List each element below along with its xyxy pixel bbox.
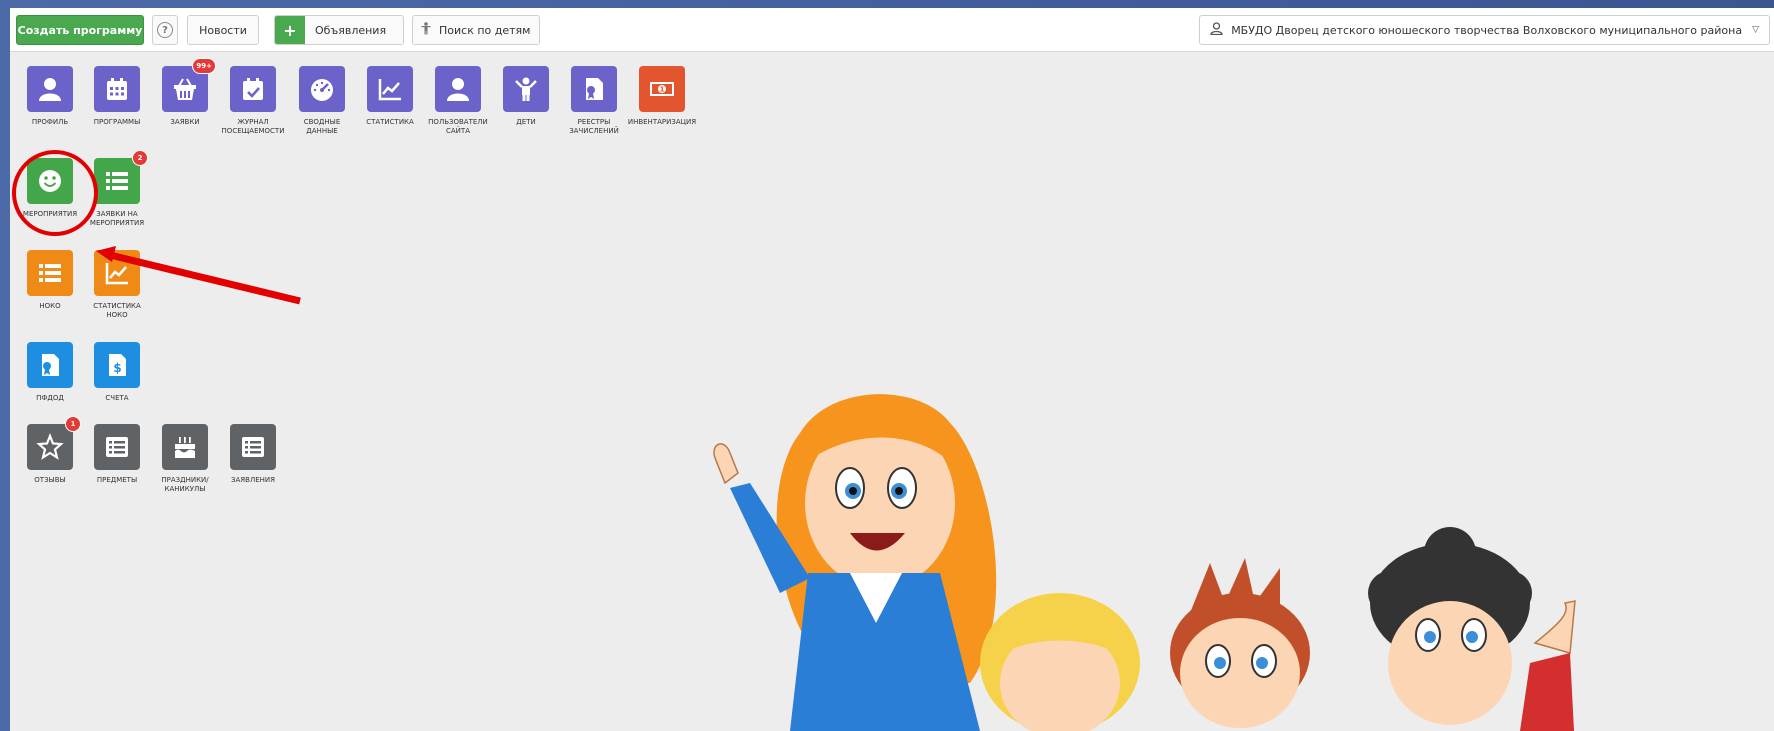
tile-stats[interactable]: СТАТИСТИКА <box>355 66 425 127</box>
child-icon <box>503 66 549 112</box>
certificate-icon <box>27 342 73 388</box>
organization-selector[interactable]: МБУДО Дворец детского юношеского творчес… <box>1199 15 1770 45</box>
tile-label: МЕРОПРИЯТИЯ <box>22 210 78 218</box>
user-icon <box>27 66 73 112</box>
tile-summary[interactable]: СВОДНЫЕ ДАННЫЕ <box>287 66 357 136</box>
tile-children[interactable]: ДЕТИ <box>491 66 561 127</box>
tile-statements[interactable]: ЗАЯВЛЕНИЯ <box>218 424 288 485</box>
basket-icon: 99+ <box>162 58 216 112</box>
teacher-figure <box>713 394 997 731</box>
tile-label: ПРОФИЛЬ <box>31 118 69 126</box>
tile-label: ПРОГРАММЫ <box>93 118 141 126</box>
tile-label: ЗАЯВКИ <box>170 118 200 126</box>
event-requests-badge: 2 <box>132 150 148 166</box>
curly-boy-figure <box>1368 527 1576 731</box>
help-icon: ? <box>157 22 173 38</box>
organization-name: МБУДО Дворец детского юношеского творчес… <box>1231 23 1743 37</box>
tile-registries[interactable]: РЕЕСТРЫ ЗАЧИСЛЕНИЙ <box>559 66 629 136</box>
child-search-icon <box>421 22 431 38</box>
tile-label: ПОЛЬЗОВАТЕЛИ САЙТА <box>428 118 488 135</box>
tile-subjects[interactable]: ПРЕДМЕТЫ <box>82 424 152 485</box>
tile-label: ЖУРНАЛ ПОСЕЩАЕМОСТИ <box>221 118 285 135</box>
gauge-icon <box>299 66 345 112</box>
requests-badge: 99+ <box>192 58 216 74</box>
star-icon: 1 <box>27 416 81 470</box>
tile-label: СВОДНЫЕ ДАННЫЕ <box>303 118 341 135</box>
tile-label: СТАТИСТИКА <box>366 118 414 126</box>
tile-pfdod[interactable]: ПФДОД <box>15 342 85 403</box>
tile-requests[interactable]: 99+ ЗАЯВКИ <box>150 58 220 127</box>
svg-text:1: 1 <box>660 86 665 94</box>
reviews-badge: 1 <box>65 416 81 432</box>
tile-label: ЗАЯВКИ НА МЕРОПРИЯТИЯ <box>89 210 145 227</box>
calendar-icon <box>94 66 140 112</box>
svg-text:$: $ <box>113 361 121 375</box>
user-icon <box>1210 21 1223 39</box>
calendar-check-icon <box>230 66 276 112</box>
help-button[interactable]: ? <box>152 15 178 45</box>
tile-site-users[interactable]: ПОЛЬЗОВАТЕЛИ САЙТА <box>423 66 493 136</box>
announcements-label: Объявления <box>315 23 387 37</box>
tile-attendance[interactable]: ЖУРНАЛ ПОСЕЩАЕМОСТИ <box>218 66 288 136</box>
tile-label: ДЕТИ <box>516 118 536 126</box>
user-icon <box>435 66 481 112</box>
list-box-icon <box>230 424 276 470</box>
search-children-label: Поиск по детям <box>439 23 531 37</box>
tile-label: НОКО <box>39 302 61 310</box>
tile-events[interactable]: МЕРОПРИЯТИЯ <box>15 158 85 219</box>
certificate-icon <box>571 66 617 112</box>
line-chart-icon <box>94 250 140 296</box>
children-illustration <box>713 394 1576 731</box>
app-screen: Создать программу ? Новости + Объявления… <box>10 8 1774 731</box>
news-button[interactable]: Новости <box>187 15 259 45</box>
tile-label: СТАТИСТИКА НОКО <box>93 302 141 319</box>
money-icon: 1 <box>639 66 685 112</box>
invoice-icon: $ <box>94 342 140 388</box>
tile-programs[interactable]: ПРОГРАММЫ <box>82 66 152 127</box>
tile-label: РЕЕСТРЫ ЗАЧИСЛЕНИЙ <box>569 118 619 135</box>
girl-figure <box>980 593 1140 731</box>
tile-accounts[interactable]: $ СЧЕТА <box>82 342 152 403</box>
list-icon: 2 <box>94 150 148 204</box>
tile-label: ПФДОД <box>36 394 64 402</box>
tile-label: ПРАЗДНИКИ/ КАНИКУЛЫ <box>161 476 209 493</box>
presentation-frame: Создать программу ? Новости + Объявления… <box>0 0 1774 731</box>
chevron-down-icon: ▽ <box>1752 25 1759 35</box>
announcements-button[interactable]: + Объявления <box>274 15 404 45</box>
tile-label: ЗАЯВЛЕНИЯ <box>231 476 275 484</box>
list-box-icon <box>94 424 140 470</box>
tile-noko[interactable]: НОКО <box>15 250 85 311</box>
tile-reviews[interactable]: 1 ОТЗЫВЫ <box>15 416 85 485</box>
tile-label: СЧЕТА <box>105 394 129 402</box>
smile-icon <box>27 158 73 204</box>
tile-inventory[interactable]: 1 ИНВЕНТАРИЗАЦИЯ <box>627 66 697 127</box>
boy-figure <box>1170 558 1310 728</box>
tile-noko-stats[interactable]: СТАТИСТИКА НОКО <box>82 250 152 320</box>
tile-label: ИНВЕНТАРИЗАЦИЯ <box>627 118 697 126</box>
tile-label: ПРЕДМЕТЫ <box>96 476 138 484</box>
tile-holidays[interactable]: ПРАЗДНИКИ/ КАНИКУЛЫ <box>150 424 220 494</box>
top-bar: Создать программу ? Новости + Объявления… <box>10 8 1774 52</box>
tile-profile[interactable]: ПРОФИЛЬ <box>15 66 85 127</box>
tile-event-requests[interactable]: 2 ЗАЯВКИ НА МЕРОПРИЯТИЯ <box>82 150 152 228</box>
plus-icon: + <box>275 16 305 44</box>
list-icon <box>27 250 73 296</box>
tile-label: ОТЗЫВЫ <box>34 476 66 484</box>
create-program-button[interactable]: Создать программу <box>16 15 144 45</box>
line-chart-icon <box>367 66 413 112</box>
cake-icon <box>162 424 208 470</box>
search-children-button[interactable]: Поиск по детям <box>412 15 540 45</box>
